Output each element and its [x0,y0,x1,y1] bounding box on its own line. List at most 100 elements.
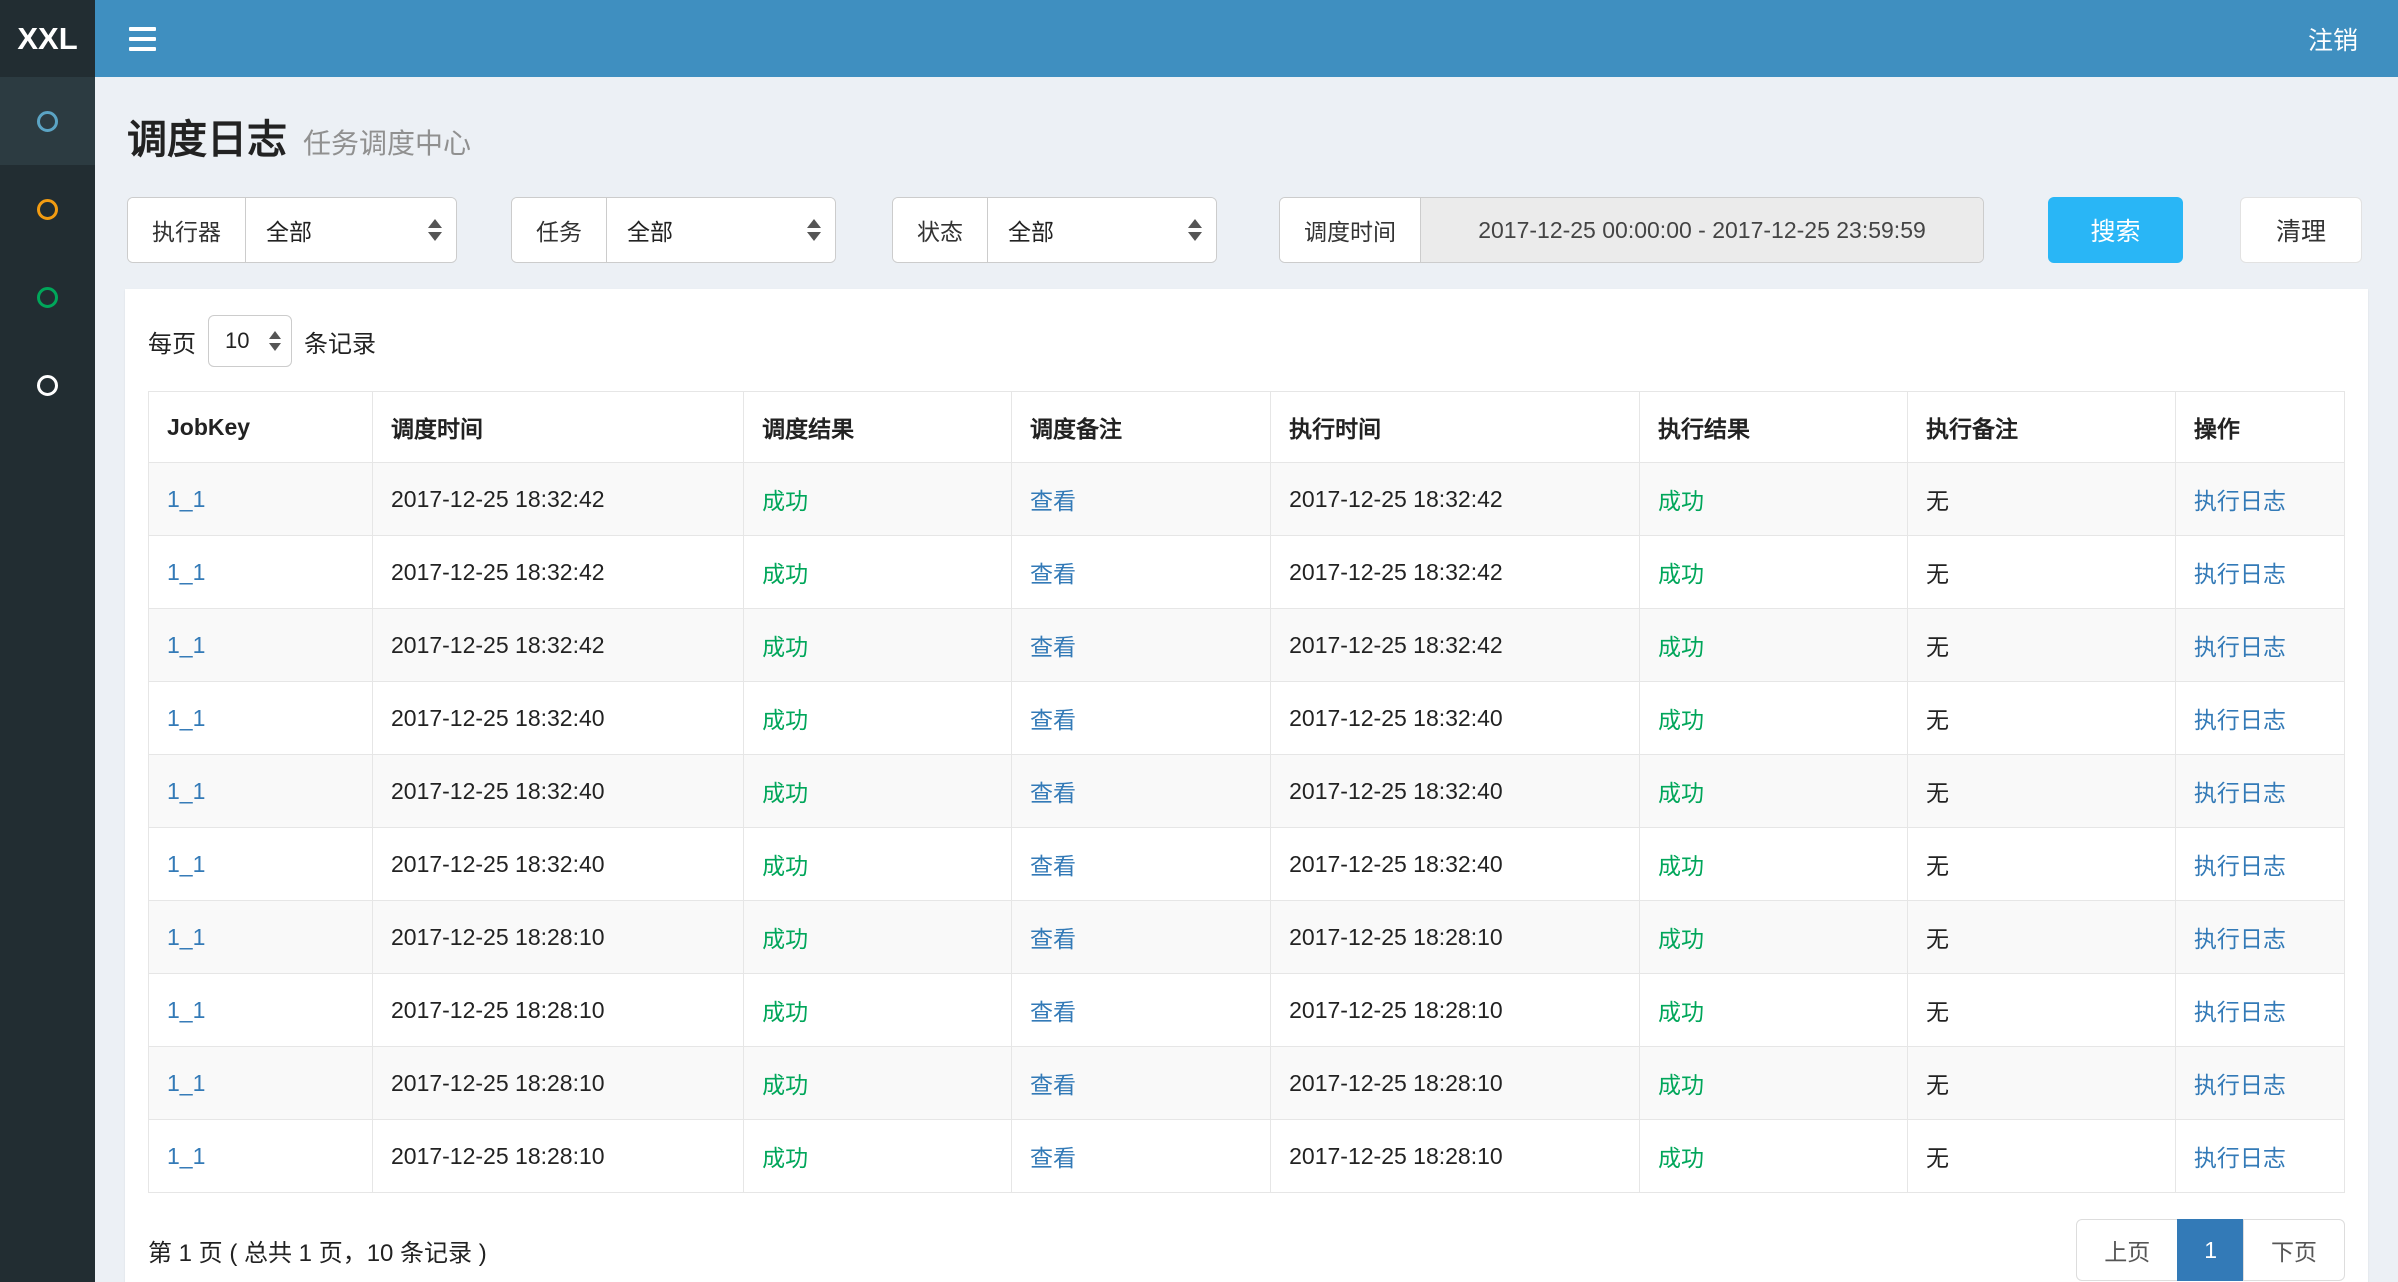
cell-trigger_remark: 查看 [1012,463,1271,536]
cell-action: 执行日志 [2175,463,2344,536]
job_key-link[interactable]: 1_1 [167,1070,205,1096]
trigger_remark-link[interactable]: 查看 [1030,1072,1076,1098]
cell-job_key: 1_1 [149,1120,373,1193]
trigger_time-text: 2017-12-25 18:28:10 [391,997,605,1023]
cell-handle_time: 2017-12-25 18:28:10 [1271,974,1640,1047]
trigger_remark-link[interactable]: 查看 [1030,488,1076,514]
trigger_remark-link[interactable]: 查看 [1030,853,1076,879]
trigger_result-text: 成功 [762,780,808,806]
job_key-link[interactable]: 1_1 [167,486,205,512]
action-link[interactable]: 执行日志 [2194,926,2286,952]
table-row: 1_12017-12-25 18:32:42成功查看2017-12-25 18:… [149,463,2345,536]
trigger_remark-link[interactable]: 查看 [1030,561,1076,587]
prev-page-button[interactable]: 上页 [2076,1219,2178,1281]
page-size-value: 10 [225,328,249,354]
table-header-row: JobKey 调度时间 调度结果 调度备注 执行时间 执行结果 执行备注 操作 [149,392,2345,463]
col-header-handle-remark[interactable]: 执行备注 [1907,392,2175,463]
trigger_result-text: 成功 [762,853,808,879]
cell-handle_result: 成功 [1640,901,1908,974]
cell-handle_result: 成功 [1640,463,1908,536]
job_key-link[interactable]: 1_1 [167,997,205,1023]
action-link[interactable]: 执行日志 [2194,561,2286,587]
cell-action: 执行日志 [2175,828,2344,901]
trigger_remark-link[interactable]: 查看 [1030,780,1076,806]
status-select[interactable]: 全部 [988,198,1216,262]
job_key-link[interactable]: 1_1 [167,851,205,877]
handle_remark-text: 无 [1926,999,1949,1025]
sidebar-item-menu-3[interactable] [0,253,95,341]
action-link[interactable]: 执行日志 [2194,634,2286,660]
cell-trigger_time: 2017-12-25 18:28:10 [372,1120,743,1193]
cell-job_key: 1_1 [149,609,373,682]
cell-trigger_remark: 查看 [1012,828,1271,901]
select-arrows-icon [807,219,821,241]
col-header-trigger-time[interactable]: 调度时间 [372,392,743,463]
job_key-link[interactable]: 1_1 [167,924,205,950]
circle-icon [37,287,58,308]
handle_time-text: 2017-12-25 18:32:40 [1289,851,1503,877]
job_key-link[interactable]: 1_1 [167,559,205,585]
search-button[interactable]: 搜索 [2048,197,2183,263]
action-link[interactable]: 执行日志 [2194,488,2286,514]
pagination-summary: 第 1 页 ( 总共 1 页，10 条记录 ) [148,1233,487,1268]
job_key-link[interactable]: 1_1 [167,705,205,731]
cell-handle_remark: 无 [1907,828,2175,901]
action-link[interactable]: 执行日志 [2194,780,2286,806]
job_key-link[interactable]: 1_1 [167,778,205,804]
sidebar-item-menu-1[interactable] [0,77,95,165]
current-page-button[interactable]: 1 [2177,1219,2244,1281]
col-header-handle-time[interactable]: 执行时间 [1271,392,1640,463]
cell-trigger_time: 2017-12-25 18:32:42 [372,463,743,536]
status-filter-group: 状态 全部 [892,197,1217,263]
select-arrows-icon [428,219,442,241]
executor-select[interactable]: 全部 [246,198,456,262]
cell-handle_time: 2017-12-25 18:32:42 [1271,536,1640,609]
sidebar-item-menu-2[interactable] [0,165,95,253]
trigger_remark-link[interactable]: 查看 [1030,707,1076,733]
action-link[interactable]: 执行日志 [2194,999,2286,1025]
col-header-trigger-remark[interactable]: 调度备注 [1012,392,1271,463]
col-header-action[interactable]: 操作 [2175,392,2344,463]
table-row: 1_12017-12-25 18:28:10成功查看2017-12-25 18:… [149,901,2345,974]
action-link[interactable]: 执行日志 [2194,853,2286,879]
page-size-select[interactable]: 10 [208,315,292,367]
cell-handle_remark: 无 [1907,755,2175,828]
executor-filter-group: 执行器 全部 [127,197,457,263]
cell-trigger_remark: 查看 [1012,901,1271,974]
job-select[interactable]: 全部 [607,198,835,262]
trigger_remark-link[interactable]: 查看 [1030,926,1076,952]
col-header-trigger-result[interactable]: 调度结果 [744,392,1012,463]
cell-action: 执行日志 [2175,755,2344,828]
action-link[interactable]: 执行日志 [2194,1145,2286,1171]
cell-trigger_remark: 查看 [1012,609,1271,682]
trigger_time-text: 2017-12-25 18:28:10 [391,1143,605,1169]
table-row: 1_12017-12-25 18:32:42成功查看2017-12-25 18:… [149,536,2345,609]
handle_time-text: 2017-12-25 18:32:42 [1289,559,1503,585]
job-select-value: 全部 [627,213,673,247]
clear-button[interactable]: 清理 [2240,197,2362,263]
time-range-input[interactable]: 2017-12-25 00:00:00 - 2017-12-25 23:59:5… [1421,198,1983,262]
trigger_remark-link[interactable]: 查看 [1030,999,1076,1025]
sidebar-item-menu-4[interactable] [0,341,95,429]
job_key-link[interactable]: 1_1 [167,632,205,658]
handle_time-text: 2017-12-25 18:32:40 [1289,705,1503,731]
trigger_result-text: 成功 [762,999,808,1025]
job_key-link[interactable]: 1_1 [167,1143,205,1169]
trigger_result-text: 成功 [762,634,808,660]
cell-handle_remark: 无 [1907,901,2175,974]
trigger_remark-link[interactable]: 查看 [1030,634,1076,660]
handle_remark-text: 无 [1926,926,1949,952]
sidebar-toggle-button[interactable] [95,0,190,77]
trigger_remark-link[interactable]: 查看 [1030,1145,1076,1171]
col-header-handle-result[interactable]: 执行结果 [1640,392,1908,463]
action-link[interactable]: 执行日志 [2194,1072,2286,1098]
col-header-jobkey[interactable]: JobKey [149,392,373,463]
action-link[interactable]: 执行日志 [2194,707,2286,733]
next-page-button[interactable]: 下页 [2243,1219,2345,1281]
cell-job_key: 1_1 [149,974,373,1047]
cell-handle_remark: 无 [1907,682,2175,755]
cell-trigger_result: 成功 [744,755,1012,828]
handle_time-text: 2017-12-25 18:28:10 [1289,924,1503,950]
app-logo[interactable]: XXL [0,0,95,77]
logout-link[interactable]: 注销 [2308,21,2358,57]
